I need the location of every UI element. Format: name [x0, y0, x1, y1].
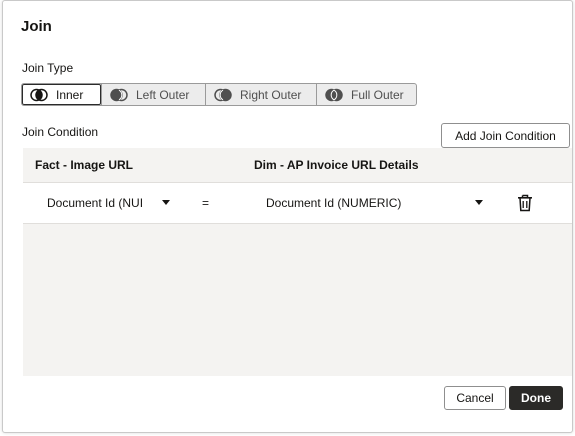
join-type-right-outer-option[interactable]: Right Outer: [205, 84, 316, 105]
chevron-down-icon[interactable]: [475, 200, 483, 205]
right-column-select-value: Document Id (NUMERIC): [266, 196, 402, 210]
join-type-inner-label: Inner: [56, 87, 84, 102]
inner-join-icon: [30, 88, 48, 102]
right-column-select[interactable]: Document Id (NUMERIC): [266, 196, 486, 210]
right-outer-join-icon: [214, 88, 232, 102]
join-type-label: Join Type: [22, 61, 74, 75]
join-type-right-outer-label: Right Outer: [240, 87, 302, 102]
left-column-select-value: Document Id (NUI: [47, 196, 144, 210]
join-dialog: Join Join Type Inner Left Outer Right Ou…: [2, 0, 573, 433]
join-type-selector: Inner Left Outer Right Outer Full Outer: [21, 83, 417, 106]
join-type-inner-option[interactable]: Inner: [22, 84, 101, 105]
chevron-down-icon[interactable]: [162, 200, 170, 205]
join-operator: =: [202, 196, 210, 210]
table-row: Document Id (NUI = Document Id (NUMERIC): [23, 182, 572, 224]
left-column-header: Fact - Image URL: [35, 158, 134, 172]
right-column-header: Dim - AP Invoice URL Details: [254, 158, 419, 172]
join-type-full-outer-label: Full Outer: [351, 87, 404, 102]
dialog-title: Join: [21, 18, 52, 35]
cancel-button[interactable]: Cancel: [444, 386, 506, 410]
join-type-left-outer-option[interactable]: Left Outer: [101, 84, 205, 105]
join-type-left-outer-label: Left Outer: [136, 87, 190, 102]
join-condition-label: Join Condition: [22, 125, 99, 139]
full-outer-join-icon: [325, 88, 343, 102]
join-type-full-outer-option[interactable]: Full Outer: [316, 84, 416, 105]
table-header: Fact - Image URL Dim - AP Invoice URL De…: [23, 148, 572, 182]
left-outer-join-icon: [110, 88, 128, 102]
trash-icon[interactable]: [517, 194, 533, 212]
done-button[interactable]: Done: [509, 386, 563, 410]
join-condition-table: Fact - Image URL Dim - AP Invoice URL De…: [23, 148, 572, 376]
add-join-condition-button[interactable]: Add Join Condition: [441, 123, 570, 148]
